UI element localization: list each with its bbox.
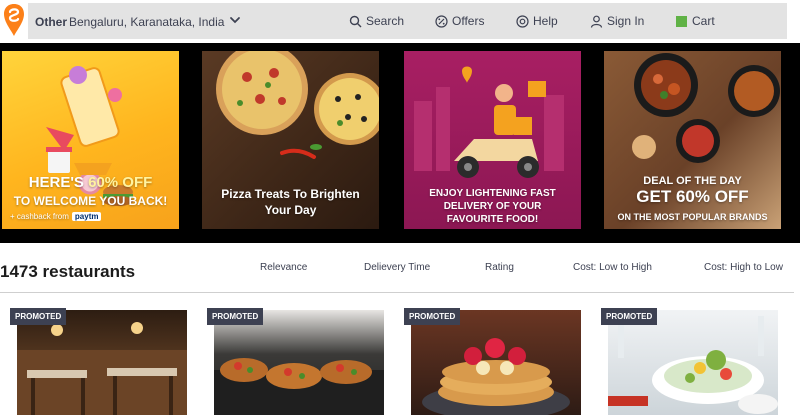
nav-offers-label: Offers xyxy=(452,14,485,28)
banner4-line3: ON THE MOST POPULAR BRANDS xyxy=(617,212,768,222)
offers-carousel: HERE'S 60% OFF TO WELCOME YOU BACK! + ca… xyxy=(0,43,800,243)
paytm-logo: paytm xyxy=(71,212,102,221)
nav-signin[interactable]: Sign In xyxy=(590,14,644,28)
offer-banner-welcome[interactable]: HERE'S 60% OFF TO WELCOME YOU BACK! + ca… xyxy=(2,51,179,229)
promoted-badge: PROMOTED xyxy=(10,308,67,325)
nav-help-label: Help xyxy=(533,14,558,28)
restaurant-card[interactable] xyxy=(411,310,581,415)
sort-divider xyxy=(0,292,794,293)
restaurant-count: 1473 restaurants xyxy=(0,262,136,281)
banner2-headline: Pizza Treats To Brighten Your Day xyxy=(221,187,360,217)
nav-offers[interactable]: Offers xyxy=(435,14,484,28)
user-icon xyxy=(590,15,603,28)
nav-help[interactable]: Help xyxy=(516,14,558,28)
promoted-badge: PROMOTED xyxy=(404,308,461,325)
chevron-down-icon[interactable] xyxy=(228,13,242,27)
offer-banner-pizza[interactable]: Pizza Treats To Brighten Your Day xyxy=(202,51,379,229)
nav-cart-label: Cart xyxy=(692,14,715,28)
offer-banner-deal[interactable]: DEAL OF THE DAY GET 60% OFF ON THE MOST … xyxy=(604,51,781,229)
restaurant-card[interactable] xyxy=(214,310,384,415)
banner1-cashback: + cashback from paytm xyxy=(10,212,102,221)
nav-search[interactable]: Search xyxy=(349,14,404,28)
top-header: Other Bengaluru, Karanataka, India Searc… xyxy=(0,0,800,43)
restaurant-interior-image xyxy=(17,322,187,415)
restaurant-card[interactable] xyxy=(17,310,187,415)
offer-banner-delivery[interactable]: ENJOY LIGHTENING FAST DELIVERY OF YOUR F… xyxy=(404,51,581,229)
swiggy-logo[interactable] xyxy=(3,3,25,37)
restaurant-card[interactable] xyxy=(608,310,778,415)
sort-cost-low-high[interactable]: Cost: Low to High xyxy=(573,262,652,273)
nav-cart[interactable]: Cart xyxy=(675,14,715,28)
salad-plate-image xyxy=(608,316,778,414)
banner4-line2: GET 60% OFF xyxy=(636,187,749,206)
sort-delivery-time[interactable]: Delievery Time xyxy=(364,262,430,273)
location-type[interactable]: Other xyxy=(35,15,67,29)
banner1-headline: HERE'S 60% OFF xyxy=(28,174,153,191)
promoted-badge: PROMOTED xyxy=(207,308,264,325)
banner3-headline: ENJOY LIGHTENING FAST DELIVERY OF YOUR F… xyxy=(429,188,556,225)
search-icon xyxy=(349,15,362,27)
sort-relevance[interactable]: Relevance xyxy=(260,262,307,273)
promoted-badge: PROMOTED xyxy=(601,308,658,325)
sort-cost-high-low[interactable]: Cost: High to Low xyxy=(704,262,783,273)
nav-search-label: Search xyxy=(366,14,405,28)
pancakes-image xyxy=(422,338,570,415)
banner1-subline: TO WELCOME YOU BACK! xyxy=(13,194,168,208)
offers-icon xyxy=(435,14,448,28)
sort-rating[interactable]: Rating xyxy=(485,262,514,273)
bruschetta-image xyxy=(214,358,384,415)
nav-signin-label: Sign In xyxy=(607,14,645,28)
help-icon xyxy=(516,14,529,28)
cart-icon xyxy=(676,15,687,27)
location-text[interactable]: Bengaluru, Karanataka, India xyxy=(69,15,224,29)
banner4-line1: DEAL OF THE DAY xyxy=(643,175,742,187)
